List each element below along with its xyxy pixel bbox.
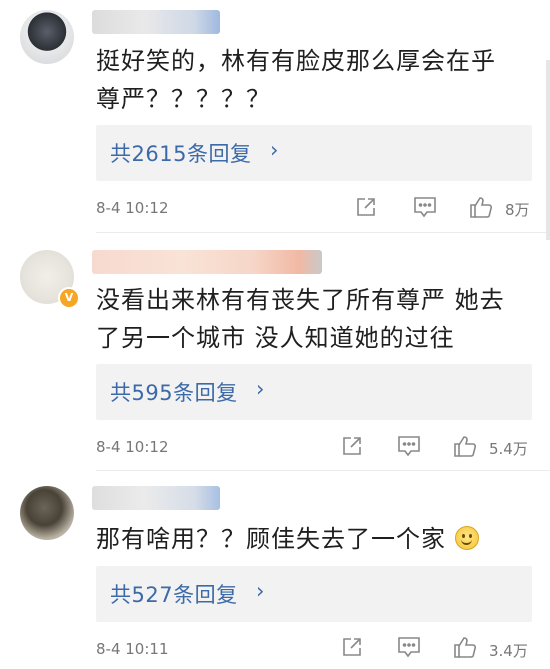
share-icon[interactable] xyxy=(340,434,364,460)
thumbs-up-icon[interactable] xyxy=(468,194,494,220)
thumbs-up-icon[interactable] xyxy=(452,634,478,660)
comment-text-line: 那有啥用？？顾佳失去了一个家 xyxy=(96,525,446,553)
replies-count-label: 共2615条回复 xyxy=(110,142,252,166)
avatar[interactable] xyxy=(20,10,74,64)
verified-badge-icon: V xyxy=(58,287,80,309)
chevron-right-icon: › xyxy=(270,138,279,162)
share-icon[interactable] xyxy=(340,635,364,661)
comment-text-line: 挺好笑的，林有有脸皮那么厚会在乎 xyxy=(96,47,496,75)
view-replies-button[interactable]: 共2615条回复 › xyxy=(96,125,532,181)
comment-timestamp: 8-4 10:11 xyxy=(96,640,169,658)
chevron-right-icon: › xyxy=(256,579,265,603)
chevron-right-icon: › xyxy=(256,377,265,401)
comment-text: 挺好笑的，林有有脸皮那么厚会在乎 尊严？？？？？ xyxy=(96,42,536,118)
comment-text-line: 没看出来林有有丧失了所有尊严 她去 xyxy=(96,286,505,314)
comment-text: 没看出来林有有丧失了所有尊严 她去 了另一个城市 没人知道她的过往 xyxy=(96,281,536,357)
comment-icon[interactable] xyxy=(412,195,438,221)
avatar[interactable] xyxy=(20,486,74,540)
username-blurred[interactable] xyxy=(92,10,220,34)
comment-icon[interactable] xyxy=(396,434,422,460)
share-icon[interactable] xyxy=(354,195,378,221)
comment-text-line: 了另一个城市 没人知道她的过往 xyxy=(96,324,455,352)
scrollbar[interactable] xyxy=(546,60,550,240)
comment-icon[interactable] xyxy=(396,635,422,661)
replies-count-label: 共527条回复 xyxy=(110,583,238,607)
divider xyxy=(96,232,550,233)
like-count: 3.4万 xyxy=(489,642,528,660)
comment-text: 那有啥用？？顾佳失去了一个家 xyxy=(96,520,536,558)
comment-text-line: 尊严？？？？？ xyxy=(96,85,271,113)
comment-timestamp: 8-4 10:12 xyxy=(96,438,169,456)
view-replies-button[interactable]: 共595条回复 › xyxy=(96,364,532,420)
username-blurred[interactable] xyxy=(92,486,220,510)
view-replies-button[interactable]: 共527条回复 › xyxy=(96,566,532,622)
comment-timestamp: 8-4 10:12 xyxy=(96,199,169,217)
username-blurred[interactable] xyxy=(92,250,322,274)
divider xyxy=(96,470,550,471)
smile-emoji-icon xyxy=(454,526,479,550)
like-count: 5.4万 xyxy=(489,440,528,458)
thumbs-up-icon[interactable] xyxy=(452,433,478,459)
replies-count-label: 共595条回复 xyxy=(110,381,238,405)
like-count: 8万 xyxy=(505,201,530,219)
